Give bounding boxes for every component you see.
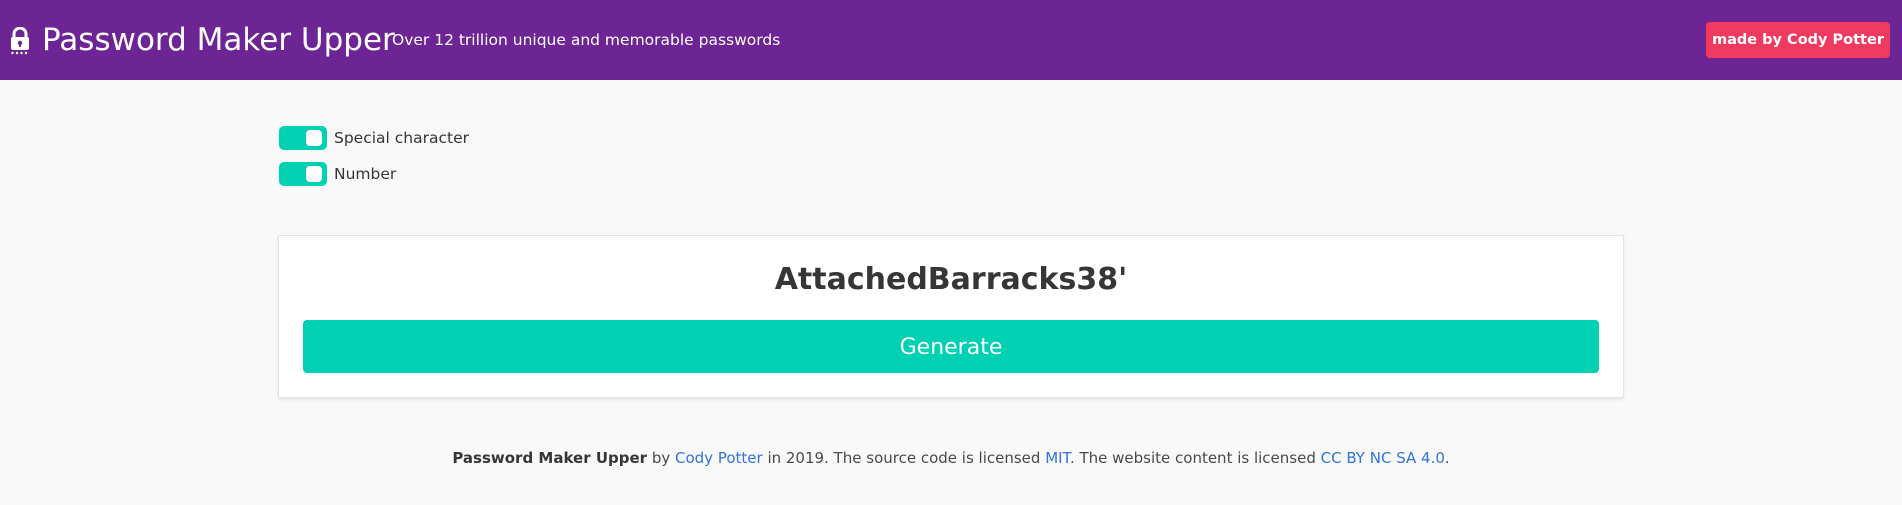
app-subtitle: Over 12 trillion unique and memorable pa… (392, 31, 781, 49)
footer-app-name: Password Maker Upper (452, 449, 648, 467)
number-toggle[interactable] (279, 162, 327, 186)
toggle-knob (306, 166, 322, 182)
generate-button[interactable]: Generate (303, 320, 1599, 373)
toggle-knob (306, 130, 322, 146)
footer-text-end: . (1444, 449, 1450, 467)
footer-text-by: by (647, 449, 675, 467)
top-navbar: Password Maker Upper Over 12 trillion un… (0, 0, 1902, 80)
number-label: Number (334, 165, 397, 183)
special-character-label: Special character (334, 129, 469, 147)
number-option: Number (279, 162, 396, 186)
footer-mit-link[interactable]: MIT (1045, 449, 1070, 467)
footer: Password Maker Upper by Cody Potter in 2… (0, 448, 1902, 468)
footer-text-year: in 2019. The source code is licensed (762, 449, 1046, 467)
special-character-toggle[interactable] (279, 126, 327, 150)
footer-cc-license-link[interactable]: CC BY NC SA 4.0 (1321, 449, 1445, 467)
special-character-option: Special character (279, 126, 469, 150)
password-card: AttachedBarracks38' Generate (278, 235, 1624, 398)
footer-author-link[interactable]: Cody Potter (675, 449, 763, 467)
generated-password[interactable]: AttachedBarracks38' (279, 260, 1623, 300)
footer-text-content: . The website content is licensed (1069, 449, 1321, 467)
app-title[interactable]: Password Maker Upper (42, 20, 395, 60)
lock-icon (10, 26, 30, 55)
made-by-button[interactable]: made by Cody Potter (1706, 22, 1890, 58)
